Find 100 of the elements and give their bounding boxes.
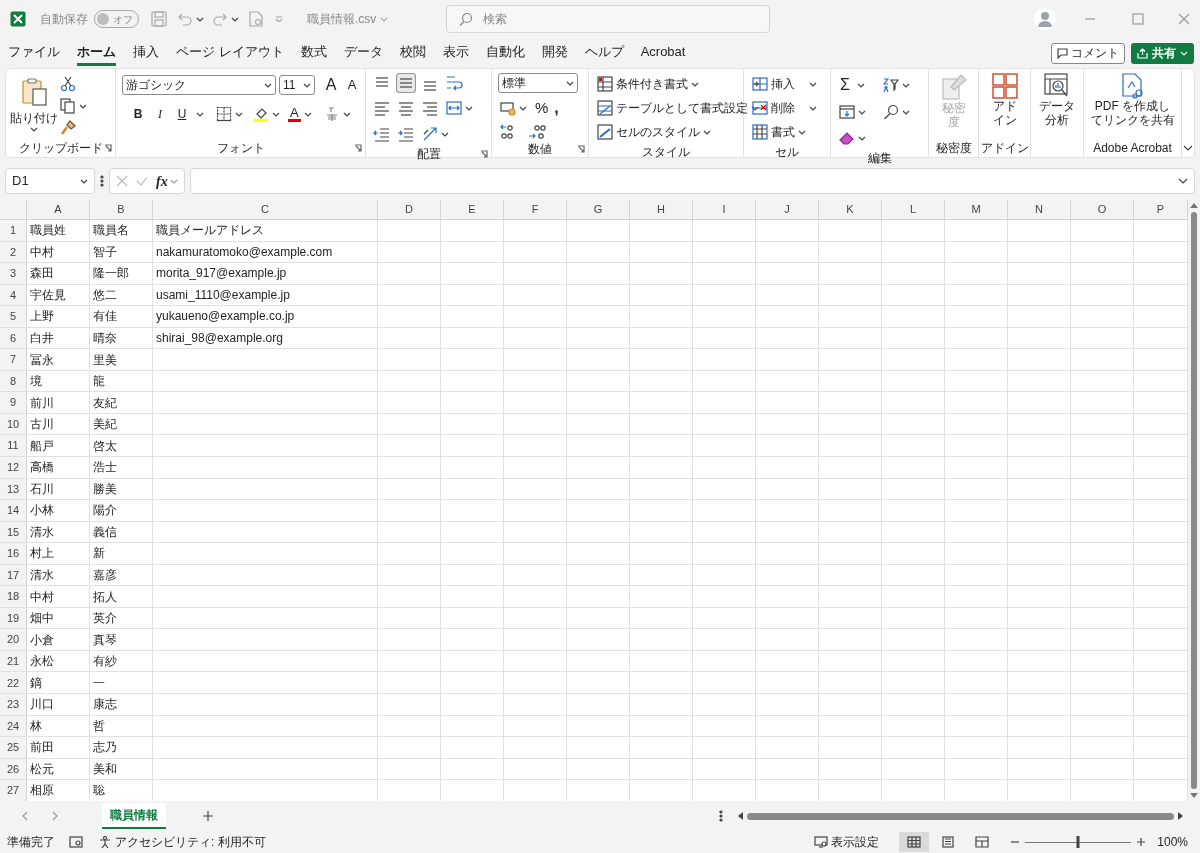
italic-button[interactable]: I (152, 105, 168, 123)
column-header[interactable]: E (441, 200, 504, 220)
row-header[interactable]: 1 (0, 220, 27, 241)
maximize-icon[interactable] (1132, 13, 1144, 25)
ribbon-tab[interactable]: 自動化 (485, 40, 525, 66)
row-header[interactable]: 9 (0, 392, 27, 413)
row-header[interactable]: 16 (0, 543, 27, 564)
dialog-launcher-icon[interactable] (577, 144, 585, 153)
scrollbar-thumb[interactable] (1191, 212, 1197, 789)
document-icon[interactable] (249, 11, 263, 27)
row-header[interactable]: 3 (0, 263, 27, 284)
display-settings-button[interactable]: 表示設定 (814, 833, 880, 851)
row-header[interactable]: 15 (0, 521, 27, 543)
create-pdf-button[interactable]: PDF を作成し てリンクを共有 (1090, 73, 1175, 127)
zoom-slider[interactable] (1025, 836, 1132, 848)
paste-button[interactable]: 貼り付け (12, 73, 56, 132)
autosum-button[interactable]: Σ (837, 73, 853, 97)
row-header[interactable]: 19 (0, 607, 27, 629)
row-header[interactable]: 2 (0, 241, 27, 263)
ribbon-tab[interactable]: データ (343, 40, 383, 66)
grow-font-button[interactable]: A (322, 73, 340, 97)
ribbon-tab[interactable]: 数式 (300, 40, 327, 66)
caret-icon[interactable] (809, 81, 817, 87)
close-icon[interactable] (1178, 13, 1190, 25)
number-format-dropdown[interactable]: 標準 (498, 73, 578, 93)
ribbon-tab[interactable]: ファイル (8, 40, 60, 66)
row-header[interactable]: 14 (0, 500, 27, 521)
previous-sheet-icon[interactable] (22, 811, 28, 821)
column-header[interactable]: M (945, 200, 1008, 220)
macro-record-icon[interactable] (69, 836, 83, 848)
zoom-in-icon[interactable] (1137, 838, 1146, 846)
next-sheet-icon[interactable] (52, 811, 58, 821)
name-box[interactable]: D1 (5, 168, 95, 194)
row-header[interactable]: 7 (0, 349, 27, 370)
shrink-font-button[interactable]: A (343, 75, 361, 95)
bold-button[interactable]: B (130, 105, 146, 123)
caret-icon[interactable] (857, 82, 865, 88)
row-header[interactable]: 12 (0, 457, 27, 478)
accessibility-button[interactable]: アクセシビリティ: 利用不可 (99, 833, 266, 851)
more-options-icon[interactable] (100, 175, 104, 187)
font-name-dropdown[interactable]: 游ゴシック (122, 75, 276, 95)
row-header[interactable]: 26 (0, 758, 27, 780)
sheet-tab[interactable]: 職員情報 (102, 803, 166, 829)
dialog-launcher-icon[interactable] (480, 150, 488, 158)
style-menu-button[interactable]: 条件付き書式 (595, 73, 761, 95)
scroll-down-icon[interactable] (1190, 793, 1198, 799)
column-header[interactable]: K (819, 200, 882, 220)
row-header[interactable]: 17 (0, 564, 27, 586)
font-size-dropdown[interactable]: 11 (279, 75, 315, 95)
zoom-level[interactable]: 100% (1157, 833, 1188, 851)
wrap-text-icon[interactable] (444, 73, 464, 93)
comment-button[interactable]: コメント (1051, 42, 1125, 64)
row-header[interactable]: 11 (0, 435, 27, 456)
column-header[interactable]: L (882, 200, 945, 220)
ribbon-tab[interactable]: ヘルプ (584, 40, 624, 66)
formula-input[interactable] (190, 168, 1195, 194)
column-header[interactable]: G (567, 200, 630, 220)
column-header[interactable]: N (1008, 200, 1071, 220)
ribbon-tab[interactable]: 表示 (442, 40, 469, 66)
row-header[interactable]: 20 (0, 629, 27, 650)
add-sheet-icon[interactable] (202, 810, 214, 822)
caret-icon[interactable] (196, 16, 204, 22)
row-header[interactable]: 4 (0, 284, 27, 306)
underline-button[interactable]: U (174, 105, 190, 123)
avatar-icon[interactable] (1034, 8, 1056, 30)
collapse-ribbon-icon[interactable] (1183, 145, 1193, 151)
ribbon-tab[interactable]: 校閲 (399, 40, 426, 66)
check-icon[interactable] (136, 175, 148, 187)
view-button[interactable] (899, 832, 930, 852)
row-header[interactable]: 24 (0, 715, 27, 737)
row-header[interactable]: 18 (0, 586, 27, 607)
row-header[interactable]: 6 (0, 327, 27, 349)
column-header[interactable]: C (153, 200, 378, 220)
row-header[interactable]: 10 (0, 413, 27, 435)
caret-icon[interactable] (809, 105, 817, 111)
row-header[interactable]: 8 (0, 370, 27, 392)
row-header[interactable]: 22 (0, 672, 27, 694)
column-header[interactable]: A (27, 200, 90, 220)
decrease-decimal-icon[interactable] (528, 123, 548, 140)
zoom-out-icon[interactable] (1011, 838, 1020, 846)
scroll-left-icon[interactable] (737, 812, 743, 820)
row-header[interactable]: 23 (0, 694, 27, 715)
caret-icon[interactable] (231, 16, 239, 22)
column-header[interactable]: I (693, 200, 756, 220)
column-header[interactable]: O (1071, 200, 1134, 220)
row-header[interactable]: 13 (0, 478, 27, 500)
column-header[interactable]: B (90, 200, 153, 220)
ribbon-tab[interactable]: Acrobat (640, 40, 686, 66)
add-ins-button[interactable]: アド イン (985, 73, 1024, 127)
cells-menu-button[interactable]: 書式 (750, 121, 808, 143)
ribbon-tab[interactable]: ページ レイアウト (176, 40, 284, 66)
comma-button[interactable]: , (554, 100, 559, 117)
slider-thumb[interactable] (1076, 836, 1080, 848)
row-header[interactable]: 25 (0, 737, 27, 758)
style-menu-button[interactable]: テーブルとして書式設定 (595, 97, 761, 119)
column-header[interactable]: F (504, 200, 567, 220)
scroll-up-icon[interactable] (1190, 202, 1198, 208)
row-header[interactable]: 21 (0, 650, 27, 672)
expand-caret-icon[interactable] (1178, 178, 1188, 184)
dialog-launcher-icon[interactable] (354, 144, 362, 152)
